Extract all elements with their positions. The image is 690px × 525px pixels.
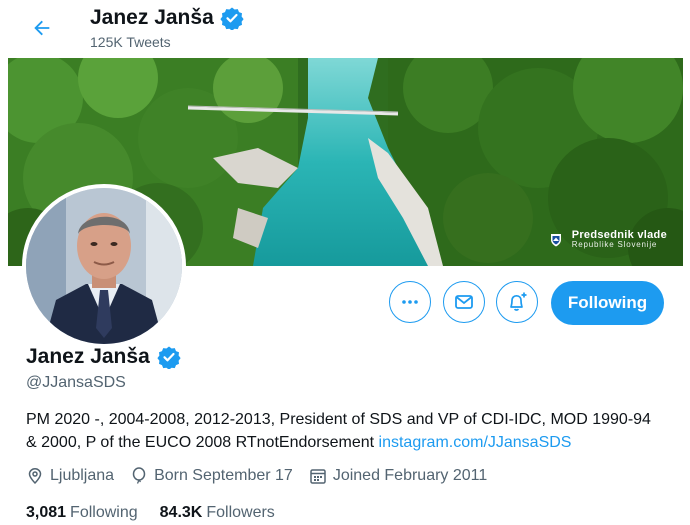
profile-header-bar: Janez Janša 125K Tweets <box>0 0 690 58</box>
profile-handle: @JJansaSDS <box>26 374 126 391</box>
coat-of-arms-icon <box>550 233 561 247</box>
followers-link[interactable]: 84.3K Followers <box>160 504 275 522</box>
profile-bio: PM 2020 -, 2004-2008, 2012-2013, Preside… <box>26 408 666 454</box>
following-button[interactable]: Following <box>551 281 664 325</box>
verified-badge-icon <box>220 7 244 30</box>
followers-count: 84.3K <box>159 504 203 521</box>
location-item: Ljubljana <box>26 467 114 485</box>
more-button[interactable] <box>389 281 431 323</box>
joined-item: Joined February 2011 <box>309 467 487 485</box>
profile-display-name: Janez Janša <box>26 345 150 368</box>
following-label: Following <box>70 504 138 521</box>
back-arrow-icon <box>34 20 50 36</box>
following-count: 3,081 <box>26 504 67 521</box>
bio-link[interactable]: instagram.com/JJansaSDS <box>379 434 572 451</box>
tweets-count: 125K Tweets <box>90 34 171 50</box>
verified-badge-icon <box>157 346 181 369</box>
header-name: Janez Janša <box>90 6 214 29</box>
profile-meta: Ljubljana Born September 17 Joined Febru… <box>26 467 503 485</box>
profile-stats: 3,081 Following 84.3K Followers <box>26 504 297 522</box>
back-button[interactable] <box>26 12 58 44</box>
banner-caption-subtitle: Republike Slovenije <box>571 240 658 250</box>
header-title: Janez Janša <box>90 6 244 30</box>
profile-avatar[interactable] <box>22 184 186 348</box>
location-text: Ljubljana <box>50 467 115 484</box>
joined-text: Joined February 2011 <box>332 467 488 484</box>
envelope-icon <box>455 295 473 309</box>
followers-label: Followers <box>206 504 275 521</box>
balloon-icon <box>132 467 146 484</box>
birthday-text: Born September 17 <box>154 467 293 484</box>
birthday-item: Born September 17 <box>130 467 293 485</box>
following-link[interactable]: 3,081 Following <box>26 504 138 522</box>
profile-name: Janez Janša <box>26 345 181 369</box>
calendar-icon <box>310 469 326 484</box>
more-icon <box>402 300 418 304</box>
notifications-button[interactable] <box>496 281 538 323</box>
location-icon <box>28 468 42 485</box>
message-button[interactable] <box>443 281 485 323</box>
bell-plus-icon <box>510 292 527 311</box>
avatar-image <box>26 188 182 344</box>
banner-caption: Predsednik vlade Republike Slovenije <box>550 229 667 250</box>
